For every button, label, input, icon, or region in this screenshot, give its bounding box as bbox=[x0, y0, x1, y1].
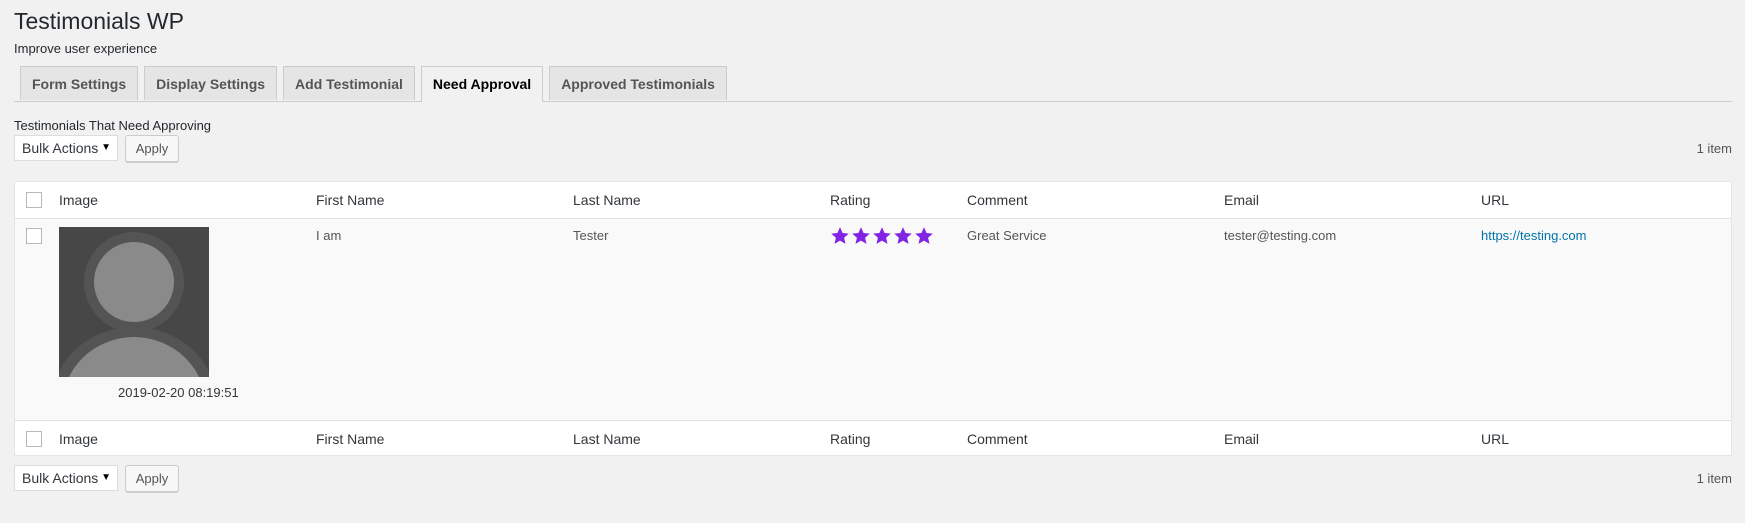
bulk-actions-label: Bulk Actions bbox=[22, 470, 99, 486]
column-footer-comment: Comment bbox=[967, 431, 1028, 447]
avatar bbox=[59, 227, 209, 377]
select-all-checkbox[interactable] bbox=[26, 192, 42, 208]
table-footer-row: Image First Name Last Name Rating Commen… bbox=[15, 420, 1731, 457]
dropdown-arrow-icon: ▼ bbox=[101, 142, 111, 153]
cell-last-name: Tester bbox=[573, 228, 609, 243]
testimonials-table: Image First Name Last Name Rating Commen… bbox=[14, 181, 1732, 456]
column-footer-url: URL bbox=[1481, 431, 1510, 447]
bulk-actions-select-top[interactable]: Bulk Actions ▼ bbox=[14, 135, 118, 161]
cell-comment: Great Service bbox=[967, 228, 1047, 243]
tablenav-top: Bulk Actions ▼ Apply 1 item bbox=[14, 135, 1732, 163]
bulk-actions-label: Bulk Actions bbox=[22, 140, 99, 156]
rating-stars bbox=[830, 226, 934, 246]
star-icon bbox=[915, 227, 933, 244]
tabs-divider bbox=[14, 101, 1732, 102]
tab-add-testimonial[interactable]: Add Testimonial bbox=[283, 66, 415, 100]
tab-display-settings[interactable]: Display Settings bbox=[144, 66, 278, 100]
column-header-last-name[interactable]: Last Name bbox=[573, 192, 641, 208]
row-checkbox[interactable] bbox=[26, 228, 42, 244]
column-header-email[interactable]: Email bbox=[1224, 192, 1259, 208]
star-icon bbox=[831, 227, 849, 244]
column-header-comment: Comment bbox=[967, 192, 1028, 208]
bulk-actions-select-bottom[interactable]: Bulk Actions ▼ bbox=[14, 465, 118, 491]
page-title: Testimonials WP bbox=[14, 8, 184, 34]
column-header-url: URL bbox=[1481, 192, 1510, 208]
tab-approved-testimonials[interactable]: Approved Testimonials bbox=[549, 66, 727, 100]
apply-button-top[interactable]: Apply bbox=[125, 135, 179, 162]
item-count-top: 1 item bbox=[1696, 141, 1732, 156]
tab-bar: Form Settings Display Settings Add Testi… bbox=[20, 66, 727, 102]
column-footer-last-name[interactable]: Last Name bbox=[573, 431, 641, 447]
column-footer-email[interactable]: Email bbox=[1224, 431, 1259, 447]
table-row: 2019-02-20 08:19:51 I am Tester Great Se… bbox=[15, 219, 1731, 420]
column-header-rating[interactable]: Rating bbox=[830, 192, 870, 208]
column-footer-first-name[interactable]: First Name bbox=[316, 431, 384, 447]
select-all-checkbox-bottom[interactable] bbox=[26, 431, 42, 447]
tablenav-bottom: Bulk Actions ▼ Apply 1 item bbox=[14, 465, 1732, 493]
section-heading: Testimonials That Need Approving bbox=[14, 118, 212, 133]
submitted-date: 2019-02-20 08:19:51 bbox=[118, 385, 239, 400]
page-subtitle: Improve user experience bbox=[14, 41, 158, 56]
cell-url-link[interactable]: https://testing.com bbox=[1481, 228, 1587, 243]
item-count-bottom: 1 item bbox=[1696, 471, 1732, 486]
column-header-first-name[interactable]: First Name bbox=[316, 192, 384, 208]
star-icon bbox=[852, 227, 870, 244]
star-icon bbox=[873, 227, 891, 244]
column-footer-rating[interactable]: Rating bbox=[830, 431, 870, 447]
tab-form-settings[interactable]: Form Settings bbox=[20, 66, 139, 100]
cell-first-name: I am bbox=[316, 228, 342, 243]
apply-button-bottom[interactable]: Apply bbox=[125, 465, 179, 492]
dropdown-arrow-icon: ▼ bbox=[101, 472, 111, 483]
column-header-image: Image bbox=[59, 192, 98, 208]
tab-need-approval[interactable]: Need Approval bbox=[420, 66, 544, 102]
star-icon bbox=[894, 227, 912, 244]
table-header-row: Image First Name Last Name Rating Commen… bbox=[15, 182, 1731, 219]
cell-email: tester@testing.com bbox=[1224, 228, 1337, 243]
column-footer-image: Image bbox=[59, 431, 98, 447]
